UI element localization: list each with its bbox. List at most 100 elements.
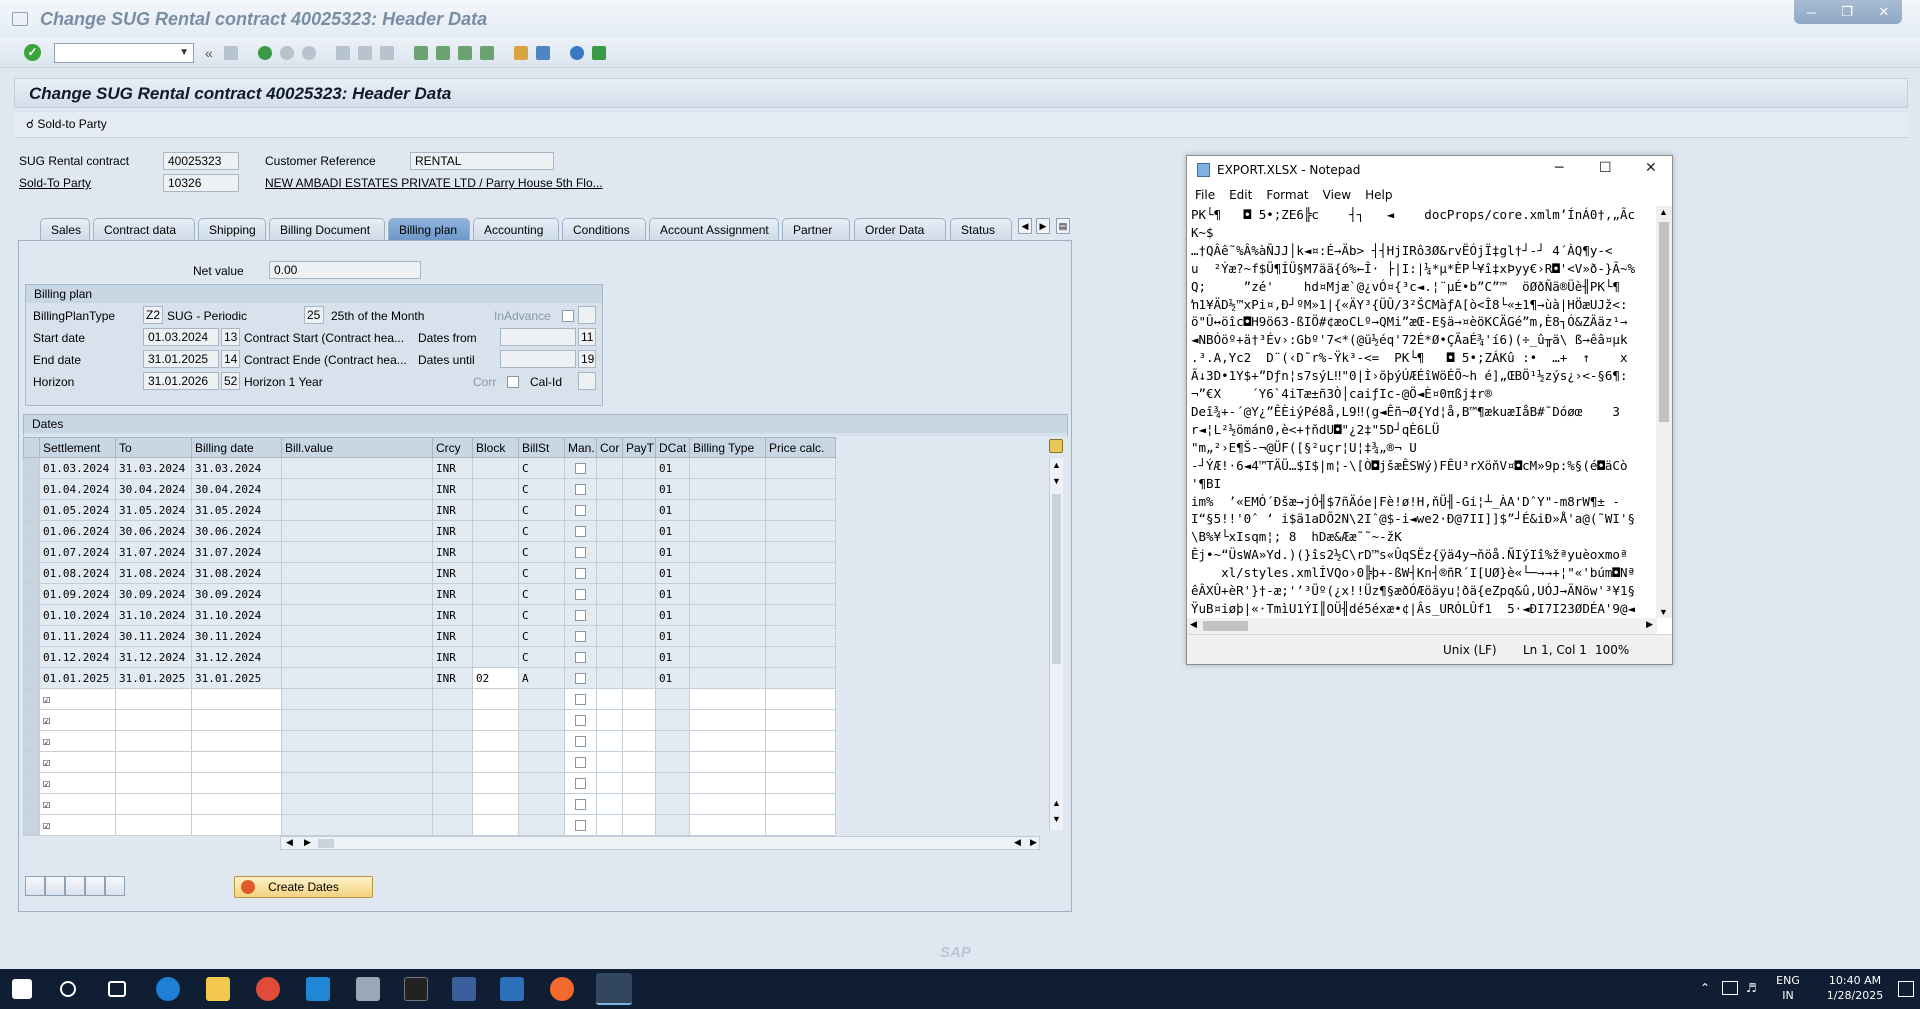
table-cell[interactable] — [518, 772, 565, 794]
start-rule-field[interactable]: 13 — [221, 328, 240, 346]
row-selector[interactable] — [23, 562, 40, 584]
column-header-block[interactable]: Block — [472, 437, 519, 458]
table-cell[interactable] — [472, 772, 519, 794]
table-cell[interactable] — [622, 814, 656, 836]
last-page-icon[interactable] — [480, 46, 494, 60]
command-field[interactable]: ▼ — [54, 43, 194, 63]
sap-gui-icon[interactable] — [500, 977, 524, 1001]
horizon-rule-field[interactable]: 52 — [221, 372, 240, 390]
scroll-left-icon[interactable]: ◀ — [1014, 837, 1021, 848]
next-page-icon[interactable] — [458, 46, 472, 60]
app-icon[interactable] — [356, 977, 380, 1001]
table-cell[interactable] — [564, 793, 597, 815]
table-cell[interactable]: ☑ — [39, 709, 116, 731]
manual-checkbox[interactable] — [575, 757, 586, 768]
layout-menu-icon[interactable] — [592, 46, 606, 60]
end-date-field[interactable]: 31.01.2025 — [143, 350, 219, 368]
scroll-down-icon[interactable]: ▼ — [1052, 814, 1061, 824]
table-cell[interactable] — [655, 793, 690, 815]
notepad-vertical-scrollbar[interactable]: ▲ ▼ — [1656, 206, 1672, 618]
row-selector[interactable] — [23, 793, 40, 815]
row-selector[interactable] — [23, 646, 40, 668]
table-cell[interactable] — [689, 709, 766, 731]
chevron-down-icon[interactable]: ▼ — [179, 47, 189, 58]
table-cell[interactable] — [622, 730, 656, 752]
manual-checkbox[interactable] — [575, 589, 586, 600]
enter-icon[interactable]: ✓ — [24, 44, 41, 61]
row-selector[interactable] — [23, 667, 40, 689]
task-view-icon[interactable] — [108, 981, 126, 997]
table-cell[interactable] — [281, 709, 433, 731]
billing-plan-type-field[interactable]: Z2 — [143, 306, 163, 324]
scroll-left-icon[interactable]: ◀ — [1190, 619, 1197, 630]
table-cell[interactable] — [281, 772, 433, 794]
manual-checkbox[interactable] — [575, 715, 586, 726]
manual-checkbox[interactable] — [575, 778, 586, 789]
table-cell[interactable] — [191, 814, 282, 836]
row-selector[interactable] — [23, 520, 40, 542]
column-header-price-calc-[interactable]: Price calc. — [765, 437, 836, 458]
create-dates-button[interactable]: Create Dates — [234, 876, 373, 898]
row-selector[interactable] — [23, 541, 40, 563]
table-cell[interactable] — [472, 478, 519, 500]
row-selector[interactable] — [23, 730, 40, 752]
table-cell[interactable] — [115, 688, 192, 710]
file-explorer-icon[interactable] — [206, 977, 230, 1001]
scroll-thumb[interactable] — [1052, 494, 1061, 664]
scroll-right-icon[interactable]: ▶ — [304, 837, 311, 848]
table-cell[interactable] — [622, 709, 656, 731]
table-cell[interactable] — [518, 730, 565, 752]
table-cell[interactable] — [432, 751, 473, 773]
table-cell[interactable] — [191, 751, 282, 773]
table-cell[interactable] — [472, 709, 519, 731]
table-cell[interactable] — [596, 772, 623, 794]
column-header-cor[interactable]: Cor — [596, 437, 623, 458]
manual-checkbox[interactable] — [575, 652, 586, 663]
scroll-up-icon[interactable]: ▲ — [1052, 460, 1061, 470]
manual-checkbox[interactable] — [575, 484, 586, 495]
manual-checkbox[interactable] — [575, 547, 586, 558]
tab-shipping[interactable]: Shipping — [198, 218, 266, 240]
inadvance-checkbox[interactable] — [562, 310, 574, 322]
table-cell[interactable] — [596, 709, 623, 731]
row-selector[interactable] — [23, 688, 40, 710]
table-cell[interactable] — [472, 730, 519, 752]
windows-start-icon[interactable] — [12, 979, 32, 999]
table-cell[interactable] — [472, 541, 519, 563]
dates-from-rule-field[interactable]: 11 — [578, 328, 596, 346]
row-selector[interactable] — [23, 625, 40, 647]
table-cell[interactable] — [281, 730, 433, 752]
dates-until-rule-field[interactable]: 19 — [578, 350, 596, 368]
row-selector[interactable] — [23, 604, 40, 626]
find-next-icon[interactable] — [380, 46, 394, 60]
end-rule-field[interactable]: 14 — [221, 350, 240, 368]
exit-icon[interactable] — [280, 46, 294, 60]
row-selector[interactable] — [23, 583, 40, 605]
table-cell[interactable] — [281, 751, 433, 773]
customer-ref-field[interactable]: RENTAL — [410, 152, 554, 170]
double-chevron-left-icon[interactable]: « — [205, 45, 219, 61]
table-cell[interactable] — [472, 646, 519, 668]
sold-to-party-button[interactable]: ☌ Sold-to Party — [26, 117, 107, 131]
first-page-icon[interactable] — [414, 46, 428, 60]
table-cell[interactable] — [655, 688, 690, 710]
table-cell[interactable]: ☑ — [39, 730, 116, 752]
table-cell[interactable] — [765, 709, 836, 731]
table-cell[interactable] — [564, 772, 597, 794]
table-cell[interactable] — [596, 730, 623, 752]
create-session-icon[interactable] — [514, 46, 528, 60]
tab-sales[interactable]: Sales — [40, 218, 90, 240]
volume-icon[interactable]: ♬ — [1746, 981, 1757, 996]
notepad-horizontal-scrollbar[interactable]: ◀ ▶ — [1187, 618, 1657, 634]
table-cell[interactable] — [115, 751, 192, 773]
close-icon[interactable]: ✕ — [1878, 4, 1889, 20]
table-cell[interactable] — [115, 814, 192, 836]
tab-status[interactable]: Status — [950, 218, 1012, 240]
date-rule-field[interactable]: 25 — [304, 306, 324, 324]
table-cell[interactable] — [432, 793, 473, 815]
table-cell[interactable] — [765, 814, 836, 836]
table-cell[interactable] — [518, 751, 565, 773]
table-cell[interactable] — [564, 709, 597, 731]
delete-row-icon[interactable] — [65, 876, 85, 896]
manual-checkbox[interactable] — [575, 673, 586, 684]
